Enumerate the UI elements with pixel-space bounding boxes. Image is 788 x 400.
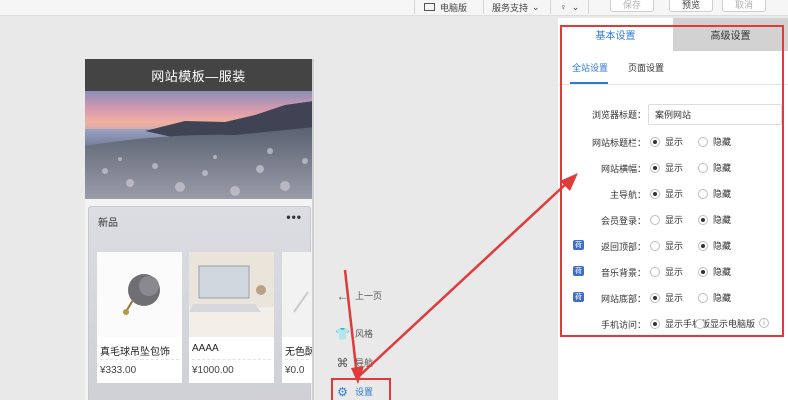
- annotation-arrow-line: [356, 181, 569, 379]
- desktop-version-button[interactable]: 电脑版: [424, 0, 467, 14]
- chevron-down-icon: ⌄: [571, 1, 580, 12]
- shirt-icon: 👕: [335, 326, 350, 341]
- product-image: [189, 252, 274, 337]
- service-support-label: 服务支持: [492, 2, 529, 13]
- product-card[interactable]: 无色酥 ¥0.0: [282, 252, 312, 383]
- style-label: 风格: [355, 329, 374, 339]
- desktop-version-label: 电脑版: [440, 2, 468, 13]
- prev-page-button[interactable]: ← 上一页: [336, 288, 383, 303]
- divider: [192, 359, 271, 360]
- site-title-bar: 网站模板—服装: [85, 59, 312, 91]
- style-button[interactable]: 👕 风格: [335, 326, 374, 341]
- product-price: ¥1000.00: [192, 365, 234, 376]
- section-title: 新品: [98, 218, 118, 229]
- product-card[interactable]: AAAA ¥1000.00: [189, 252, 274, 383]
- divider: [100, 359, 179, 360]
- arrow-left-icon: ←: [336, 288, 349, 303]
- product-price: ¥0.0: [285, 365, 305, 376]
- grid-icon: ⌘: [336, 355, 349, 370]
- nav-button[interactable]: ⌘ 导航: [336, 355, 374, 370]
- site-banner: [85, 91, 312, 199]
- divider: [285, 359, 309, 360]
- new-products-section: 新品 ••• 真毛球吊坠包饰 ¥333.00 AAAA ¥1000.00 无色酥…: [88, 206, 312, 400]
- monitor-icon: [424, 3, 435, 11]
- product-image: [97, 252, 182, 337]
- toolbar-divider: [588, 0, 589, 14]
- settings-highlight-box: [331, 378, 391, 400]
- settings-highlight-frame: [560, 25, 784, 337]
- service-support-menu[interactable]: 服务支持 ⌄: [492, 0, 540, 14]
- mobile-preview: 网站模板—服装 新品 ••• 真毛球吊坠包饰 ¥333.00 AAAA ¥100…: [85, 59, 314, 400]
- top-toolbar: 电脑版 服务支持 ⌄ ♀ ⌄ 保存 预览 取消: [0, 0, 788, 16]
- preview-button[interactable]: 预览: [669, 0, 713, 12]
- chevron-down-icon: ⌄: [532, 1, 540, 12]
- save-button[interactable]: 保存: [610, 0, 654, 12]
- product-name: 无色酥: [285, 347, 312, 358]
- cancel-button[interactable]: 取消: [722, 0, 766, 12]
- toolbar-divider: [414, 0, 415, 14]
- prev-page-label: 上一页: [355, 291, 383, 301]
- more-icon[interactable]: •••: [286, 210, 302, 224]
- user-icon: ♀: [560, 2, 567, 12]
- nav-label: 导航: [355, 358, 374, 368]
- product-name: AAAA: [192, 343, 219, 354]
- toolbar-divider: [550, 0, 551, 14]
- site-title: 网站模板—服装: [151, 68, 246, 84]
- banner-image: [85, 91, 312, 199]
- toolbar-divider: [483, 0, 484, 14]
- product-name: 真毛球吊坠包饰: [100, 347, 170, 358]
- user-menu[interactable]: ♀ ⌄: [560, 0, 579, 14]
- product-price: ¥333.00: [100, 365, 137, 376]
- product-image: [282, 252, 312, 337]
- product-card[interactable]: 真毛球吊坠包饰 ¥333.00: [97, 252, 182, 383]
